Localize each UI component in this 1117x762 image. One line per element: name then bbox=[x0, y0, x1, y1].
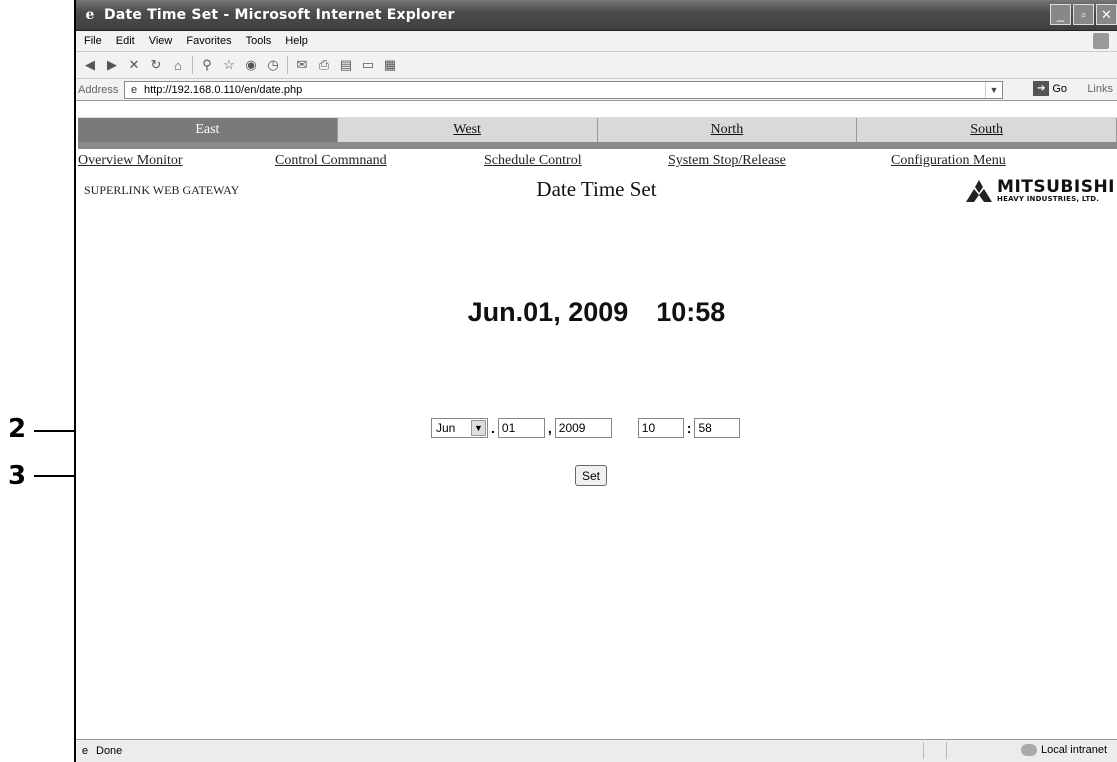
tab-south[interactable]: South bbox=[857, 118, 1117, 142]
logo-words: MITSUBISHI HEAVY INDUSTRIES, LTD. bbox=[997, 179, 1115, 203]
nav-system-stop-release[interactable]: System Stop/Release bbox=[668, 153, 786, 169]
tab-east[interactable]: East bbox=[78, 118, 338, 142]
status-text: Done bbox=[96, 745, 123, 757]
menu-view[interactable]: View bbox=[149, 35, 173, 47]
maximize-icon[interactable]: ▫ bbox=[1073, 4, 1094, 25]
windows-flag-icon bbox=[1093, 33, 1109, 49]
menu-bar: File Edit View Favorites Tools Help bbox=[76, 31, 1117, 52]
current-datetime: Jun.01, 2009 10:58 bbox=[76, 297, 1117, 328]
day-input[interactable]: 01 bbox=[497, 418, 545, 438]
links-label[interactable]: Links bbox=[1087, 83, 1113, 95]
menu-favorites[interactable]: Favorites bbox=[186, 35, 231, 47]
toolbar-separator bbox=[192, 56, 193, 74]
menu-tools[interactable]: Tools bbox=[246, 35, 272, 47]
page-done-icon: e bbox=[81, 745, 89, 757]
menu-edit[interactable]: Edit bbox=[116, 35, 135, 47]
mitsubishi-logo: MITSUBISHI HEAVY INDUSTRIES, LTD. bbox=[965, 179, 1115, 203]
window-title: Date Time Set - Microsoft Internet Explo… bbox=[104, 7, 455, 23]
nav-overview-monitor[interactable]: Overview Monitor bbox=[78, 153, 183, 169]
logo-name: MITSUBISHI bbox=[997, 177, 1115, 197]
header-row: SUPERLINK WEB GATEWAY Date Time Set MITS… bbox=[76, 175, 1117, 215]
minimize-icon[interactable]: _ bbox=[1050, 4, 1071, 25]
stop-icon[interactable]: ✕ bbox=[126, 57, 142, 73]
comma-separator: , bbox=[547, 420, 552, 436]
menu-help[interactable]: Help bbox=[285, 35, 308, 47]
nav-schedule-control[interactable]: Schedule Control bbox=[484, 153, 582, 169]
refresh-icon[interactable]: ↻ bbox=[148, 57, 164, 73]
favorites-icon[interactable]: ☆ bbox=[221, 57, 237, 73]
window-controls: _ ▫ ✕ bbox=[1050, 4, 1117, 25]
zone-tabs: East West North South bbox=[78, 117, 1117, 142]
discuss-icon[interactable]: ▭ bbox=[360, 57, 376, 73]
year-input[interactable]: 2009 bbox=[554, 418, 612, 438]
logo-subtitle: HEAVY INDUSTRIES, LTD. bbox=[997, 195, 1100, 203]
address-label: Address bbox=[78, 83, 119, 96]
chevron-down-icon[interactable]: ▼ bbox=[985, 82, 1002, 98]
hour-input[interactable]: 10 bbox=[637, 418, 684, 438]
nav-links: Overview Monitor Control Commnand Schedu… bbox=[76, 149, 1117, 175]
browser-window: e Date Time Set - Microsoft Internet Exp… bbox=[74, 0, 1117, 762]
current-date: Jun.01, 2009 bbox=[467, 297, 629, 327]
chevron-down-icon[interactable]: ▼ bbox=[471, 420, 486, 436]
tab-strip bbox=[78, 142, 1117, 149]
toolbar: ◀ ▶ ✕ ↻ ⌂ ⚲ ☆ ◉ ◷ ✉ ⎙ ▤ ▭ ▦ bbox=[76, 52, 1117, 79]
status-cell bbox=[923, 742, 944, 759]
toolbar-separator bbox=[287, 56, 288, 74]
intranet-icon bbox=[1020, 744, 1037, 756]
mail-icon[interactable]: ✉ bbox=[294, 57, 310, 73]
print-icon[interactable]: ⎙ bbox=[316, 57, 332, 73]
zone-label: Local intranet bbox=[1040, 744, 1107, 756]
set-button[interactable]: Set bbox=[575, 465, 607, 486]
address-input[interactable]: e http://192.168.0.110/en/date.php ▼ bbox=[124, 81, 1003, 99]
page-content: East West North South Overview Monitor C… bbox=[76, 117, 1117, 740]
colon-separator: : bbox=[686, 420, 692, 436]
tab-west[interactable]: West bbox=[337, 118, 598, 142]
tab-north[interactable]: North bbox=[597, 118, 858, 142]
nav-configuration-menu[interactable]: Configuration Menu bbox=[891, 153, 1006, 169]
dot-separator: . bbox=[491, 420, 495, 436]
nav-control-command[interactable]: Control Commnand bbox=[275, 153, 387, 169]
forward-icon[interactable]: ▶ bbox=[104, 57, 120, 73]
status-bar: e Done Local intranet bbox=[76, 739, 1117, 762]
history-icon[interactable]: ◷ bbox=[265, 57, 281, 73]
back-icon[interactable]: ◀ bbox=[82, 57, 98, 73]
status-cell bbox=[946, 742, 967, 759]
menu-file[interactable]: File bbox=[84, 35, 102, 47]
home-icon[interactable]: ⌂ bbox=[170, 57, 186, 73]
ie-icon: e bbox=[85, 7, 95, 23]
title-bar: e Date Time Set - Microsoft Internet Exp… bbox=[76, 0, 1117, 31]
month-select[interactable]: Jun ▼ bbox=[431, 418, 488, 438]
three-diamonds-icon bbox=[966, 180, 993, 202]
month-value: Jun bbox=[436, 421, 456, 435]
address-bar: Address e http://192.168.0.110/en/date.p… bbox=[76, 79, 1117, 101]
status-cells bbox=[923, 742, 967, 759]
search-icon[interactable]: ⚲ bbox=[199, 57, 215, 73]
go-arrow-icon: ➔ bbox=[1033, 81, 1050, 96]
page-icon: e bbox=[130, 84, 138, 96]
minute-input[interactable]: 58 bbox=[694, 418, 741, 438]
page-title: Date Time Set bbox=[536, 177, 657, 201]
current-time: 10:58 bbox=[656, 297, 726, 327]
callout-2: 2 bbox=[8, 414, 27, 444]
address-url: http://192.168.0.110/en/date.php bbox=[144, 84, 303, 96]
security-zone: Local intranet bbox=[1020, 744, 1107, 756]
research-icon[interactable]: ▦ bbox=[382, 57, 398, 73]
go-button[interactable]: ➔ Go bbox=[1033, 81, 1067, 96]
edit-icon[interactable]: ▤ bbox=[338, 57, 354, 73]
media-icon[interactable]: ◉ bbox=[243, 57, 259, 73]
go-label: Go bbox=[1052, 82, 1067, 95]
close-icon[interactable]: ✕ bbox=[1096, 4, 1117, 25]
callout-3: 3 bbox=[8, 461, 27, 491]
datetime-form: Jun ▼ . 01 , 2009 10 : 58 bbox=[431, 418, 741, 438]
